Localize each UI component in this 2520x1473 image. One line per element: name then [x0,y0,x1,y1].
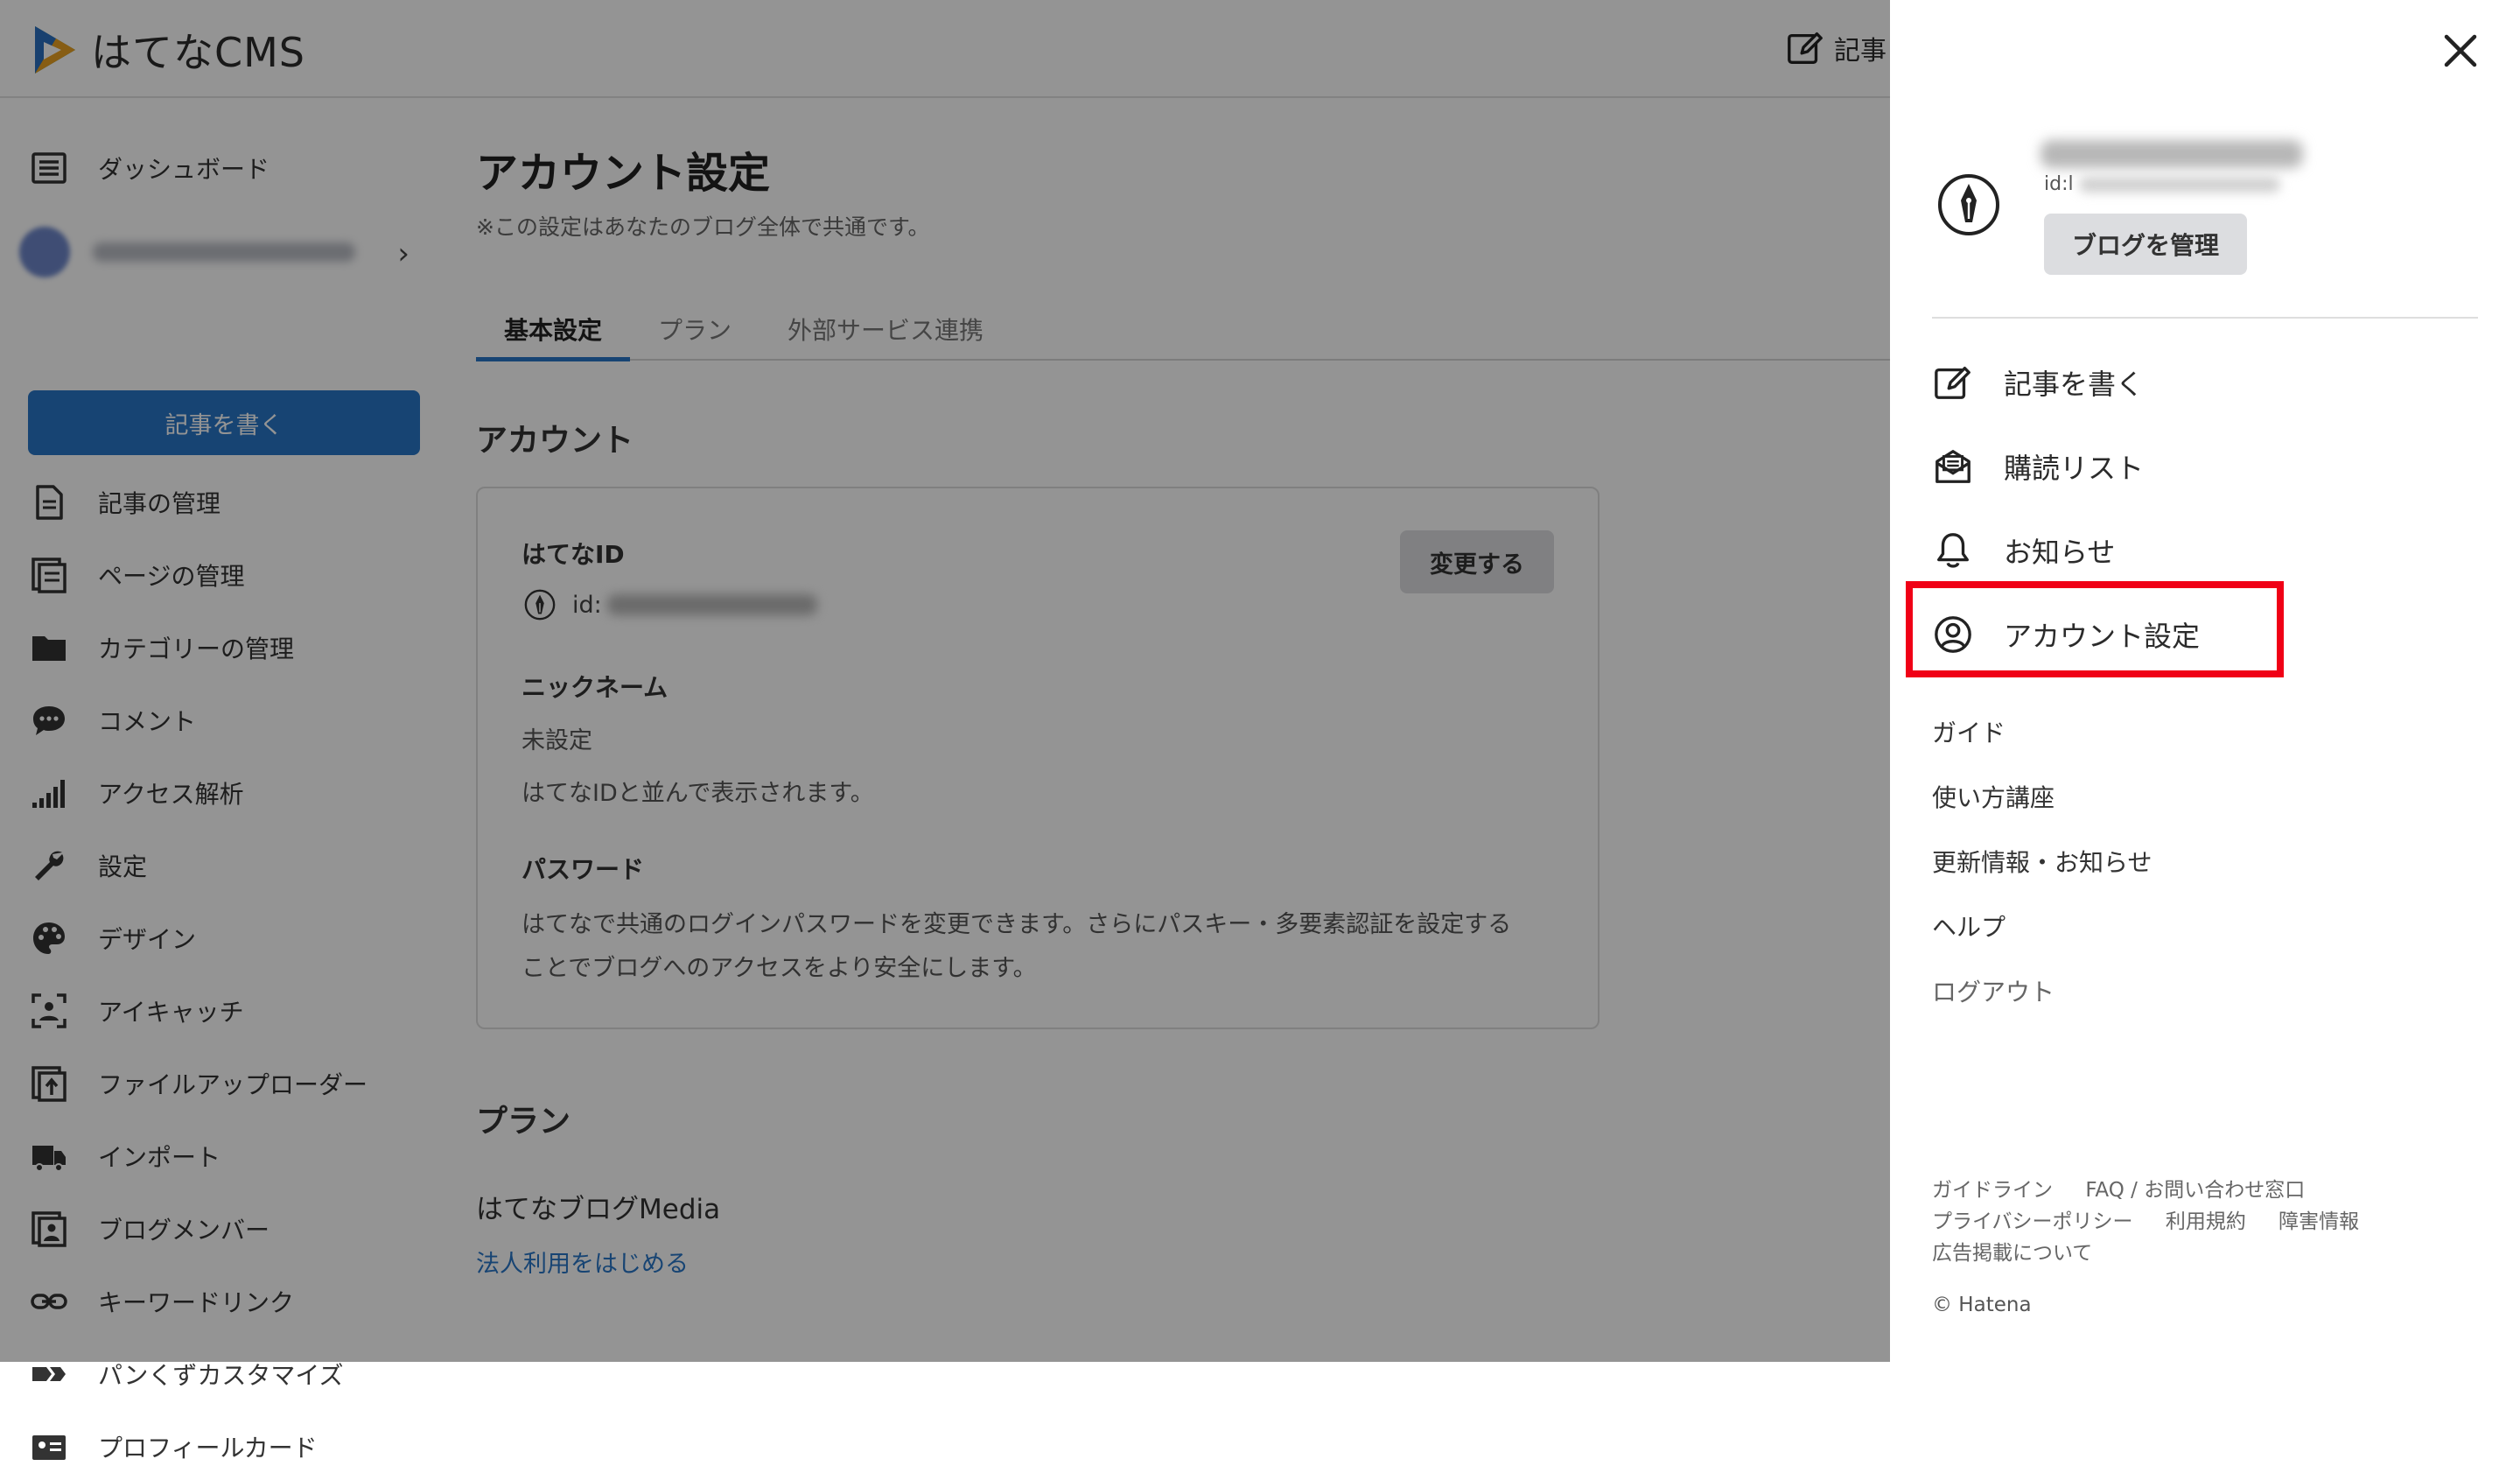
footer-link-ads[interactable]: 広告掲載について [1932,1242,2092,1265]
menu-item-label: 購読リスト [2004,452,2145,485]
profile-card-icon [30,1427,68,1466]
user-id-prefix: id:l [2044,173,2074,195]
modal-overlay[interactable] [0,0,1890,1362]
logout-link[interactable]: ログアウト [1932,973,2054,1008]
footer-link-status[interactable]: 障害情報 [2278,1210,2359,1233]
user-menu-drawer: id:l ブログを管理 記事を書く 購読リスト お知らせ アカウント設定 ガイド… [1890,0,2520,1362]
footer-link-terms[interactable]: 利用規約 [2166,1210,2246,1233]
close-button[interactable] [2434,25,2487,77]
highlight-annotation [1906,581,2284,677]
subscription-icon [1932,445,1974,487]
user-id-redacted [2078,176,2280,193]
footer-links-row1: ガイドライン FAQ / お問い合わせ窓口 [1932,1173,2331,1203]
close-icon [2444,34,2477,67]
bell-icon [1932,530,1974,572]
menu-item-notifications[interactable]: お知らせ [1932,520,2115,581]
link-updates[interactable]: 更新情報・お知らせ [1932,844,2152,879]
copyright: © Hatena [1932,1294,2032,1316]
manage-blog-button[interactable]: ブログを管理 [2044,214,2247,275]
sidebar-item-profile-card[interactable]: プロフィールカード [30,1420,318,1473]
user-id: id:l [2044,173,2280,195]
menu-item-subscriptions[interactable]: 購読リスト [1932,436,2144,497]
sidebar-item-label: プロフィールカード [98,1434,318,1462]
menu-item-label: お知らせ [2004,536,2116,569]
menu-item-write[interactable]: 記事を書く [1932,352,2144,413]
drawer-divider [1932,317,2478,319]
menu-item-label: 記事を書く [2004,368,2145,401]
footer-links-row3: 広告掲載について [1932,1236,2118,1266]
edit-icon [1932,361,1974,403]
link-tutorial[interactable]: 使い方講座 [1932,779,2054,814]
footer-link-privacy[interactable]: プライバシーポリシー [1932,1210,2133,1233]
link-guide[interactable]: ガイド [1932,714,2006,749]
footer-link-guidelines[interactable]: ガイドライン [1932,1179,2053,1202]
link-help[interactable]: ヘルプ [1932,908,2006,943]
footer-links-row2: プライバシーポリシー 利用規約 障害情報 [1932,1204,2385,1234]
footer-link-faq[interactable]: FAQ / お問い合わせ窓口 [2085,1179,2305,1202]
user-avatar-icon [1938,174,1999,235]
user-name-redacted [2040,140,2303,168]
sidebar-item-label: パンくずカスタマイズ [98,1361,344,1390]
